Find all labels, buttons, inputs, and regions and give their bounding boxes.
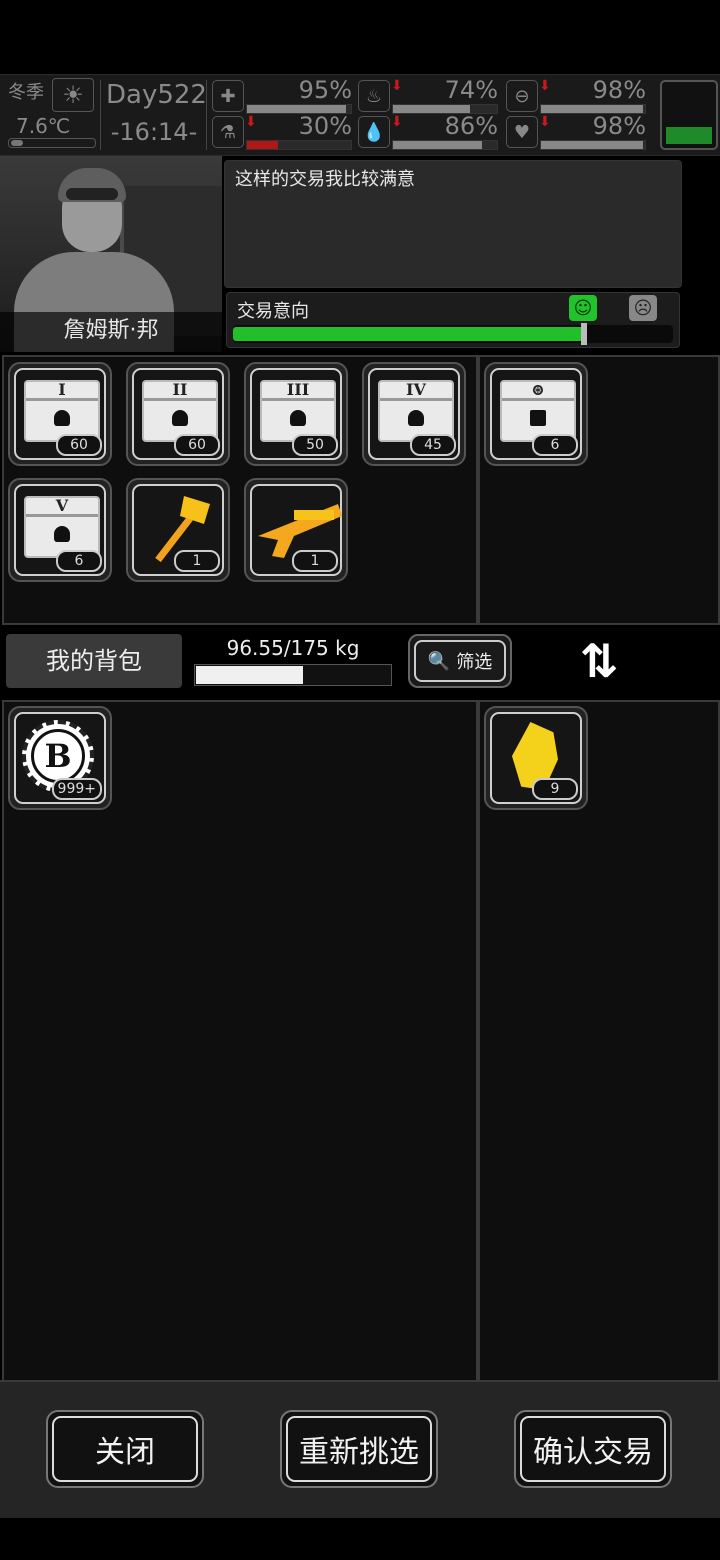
intent-marker — [581, 323, 587, 345]
item-count: 60 — [56, 434, 102, 456]
sun-icon: ☀ — [52, 78, 94, 112]
battery-indicator[interactable] — [660, 80, 718, 150]
down-arrow-icon: ⬇ — [539, 78, 551, 94]
stat-medkit: ✚ 95% — [212, 76, 352, 114]
divider — [100, 80, 101, 150]
stat-value: 95% — [298, 76, 352, 104]
stat-bar — [392, 140, 498, 150]
item-count: 1 — [174, 550, 220, 572]
season-label: 冬季 — [8, 82, 44, 103]
close-button[interactable]: 关闭 — [46, 1410, 204, 1488]
trade-intent-meter: 交易意向 ☺ ☹ — [226, 292, 680, 348]
item-count: 9 — [532, 778, 578, 800]
item-count: 6 — [56, 550, 102, 572]
intent-fill — [233, 327, 585, 341]
offer-item-crystal[interactable]: 9 — [484, 706, 588, 810]
happy-face-icon: ☺ — [569, 295, 597, 321]
search-icon: 🔍 — [427, 650, 451, 672]
pill-icon: ⊖ — [506, 80, 538, 112]
item-golden-hammer[interactable]: 1 — [126, 478, 230, 582]
stat-heart: ♥ ⬇ 98% — [506, 112, 646, 150]
item-crate-iv[interactable]: IV 45 — [362, 362, 466, 466]
medkit-icon: ✚ — [212, 80, 244, 112]
item-count: 60 — [174, 434, 220, 456]
down-arrow-icon: ⬇ — [391, 114, 403, 130]
crate-icon: IV — [378, 380, 454, 442]
item-count: 6 — [532, 434, 578, 456]
crate-icon: I — [24, 380, 100, 442]
stat-value: 74% — [444, 76, 498, 104]
swap-arrows-icon[interactable]: ⇅ — [570, 630, 628, 692]
filter-label: 筛选 — [456, 652, 493, 673]
stat-value: 86% — [444, 112, 498, 140]
item-crate-v[interactable]: V6 — [8, 478, 112, 582]
confirm-trade-button[interactable]: 确认交易 — [514, 1410, 672, 1488]
npc-dialog-box: 这样的交易我比较满意 — [224, 160, 682, 288]
reselect-button[interactable]: 重新挑选 — [280, 1410, 438, 1488]
down-arrow-icon: ⬇ — [539, 114, 551, 130]
down-arrow-icon: ⬇ — [245, 114, 257, 130]
heart-icon: ♥ — [506, 116, 538, 148]
item-golden-gun[interactable]: 1 — [244, 478, 348, 582]
neutral-face-icon: ☹ — [629, 295, 657, 321]
stat-pill: ⊖ ⬇ 98% — [506, 76, 646, 114]
water-drop-icon: 💧 — [358, 116, 390, 148]
item-count: 1 — [292, 550, 338, 572]
item-crate-iii[interactable]: III 50 — [244, 362, 348, 466]
item-crate-ii[interactable]: II 60 — [126, 362, 230, 466]
divider — [206, 80, 207, 150]
down-arrow-icon: ⬇ — [391, 78, 403, 94]
stat-value: 98% — [592, 112, 646, 140]
flask-icon: ⚗ — [212, 116, 244, 148]
stat-water-drop: 💧 ⬇ 86% — [358, 112, 498, 150]
stat-value: 30% — [298, 112, 352, 140]
crate-icon: III — [260, 380, 336, 442]
bag-weight-bar — [194, 664, 392, 686]
trade-intent-label: 交易意向 — [237, 301, 309, 322]
item-count: 50 — [292, 434, 338, 456]
stat-value: 98% — [592, 76, 646, 104]
item-count: 999+ — [51, 778, 102, 800]
bag-item-coin[interactable]: B 999+ — [8, 706, 112, 810]
item-special-crate[interactable]: ⊛ 6 — [484, 362, 588, 466]
stat-stomach: ♨ ⬇ 74% — [358, 76, 498, 114]
my-bag-tab[interactable]: 我的背包 — [6, 634, 182, 688]
item-count: 45 — [410, 434, 456, 456]
npc-name: 詹姆斯·邦 — [0, 312, 222, 352]
stomach-icon: ♨ — [358, 80, 390, 112]
item-crate-i[interactable]: I 60 — [8, 362, 112, 466]
crate-icon: V — [24, 496, 100, 558]
stat-flask: ⚗ ⬇ 30% — [212, 112, 352, 150]
day-counter: Day522 — [106, 80, 207, 110]
temperature-label: 7.6℃ — [16, 114, 71, 138]
stat-bar — [246, 140, 352, 150]
filter-button[interactable]: 🔍 筛选 — [408, 634, 512, 688]
crate-icon: II — [142, 380, 218, 442]
bag-weight-text: 96.55/175 kg — [226, 636, 360, 660]
clock: -16:14- — [110, 118, 198, 146]
stat-bar — [540, 140, 646, 150]
crate-icon: ⊛ — [500, 380, 576, 442]
npc-dialog-text: 这样的交易我比较满意 — [235, 169, 415, 190]
thermometer-icon — [8, 138, 96, 148]
